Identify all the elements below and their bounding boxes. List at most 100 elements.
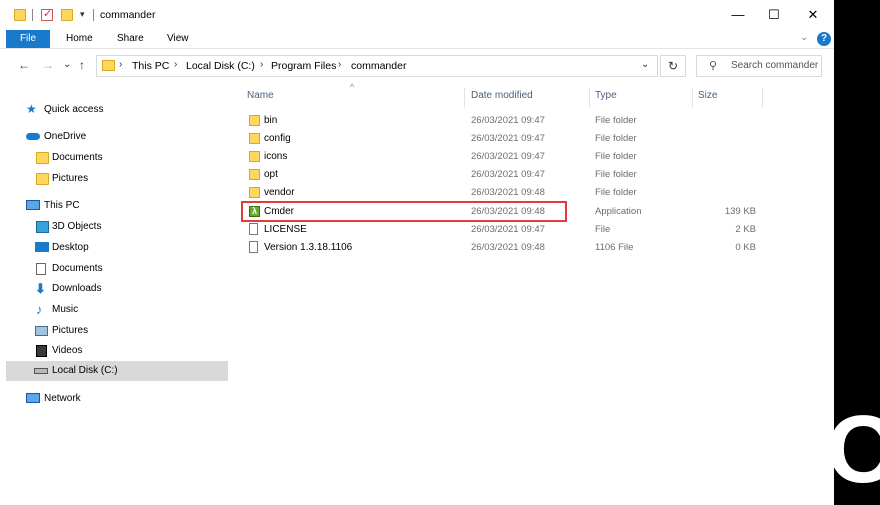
ribbon-tabs: File Home Share View ⌄ ? xyxy=(0,30,834,49)
breadcrumb-separator[interactable]: › xyxy=(338,59,341,70)
nav-label: Pictures xyxy=(52,325,89,336)
tab-home[interactable]: Home xyxy=(66,30,93,48)
file-type: File folder xyxy=(595,151,637,162)
search-input[interactable]: ⚲ Search commander xyxy=(696,55,822,77)
nav-item-pictures[interactable]: Pictures xyxy=(6,321,228,341)
new-folder-icon[interactable] xyxy=(61,9,73,21)
breadcrumb-separator[interactable]: › xyxy=(119,59,122,70)
background-glyph: O xyxy=(826,396,880,503)
nav-label: Desktop xyxy=(52,242,89,253)
breadcrumb-local-disk[interactable]: Local Disk (C:) xyxy=(186,60,255,72)
nav-item-this-pc[interactable]: This PC xyxy=(6,196,228,216)
column-header-size[interactable]: Size xyxy=(698,90,717,101)
address-dropdown-icon[interactable]: ⌄ xyxy=(641,59,649,70)
file-type: File folder xyxy=(595,133,637,144)
nav-item-videos[interactable]: Videos xyxy=(6,341,228,361)
file-row-bin[interactable]: bin 26/03/2021 09:47 File folder xyxy=(246,112,766,130)
file-name: LICENSE xyxy=(264,224,307,235)
customize-toolbar-icon[interactable]: ▾ xyxy=(80,9,85,20)
file-row-version[interactable]: Version 1.3.18.1106 26/03/2021 09:48 110… xyxy=(246,239,766,257)
nav-label: 3D Objects xyxy=(52,221,102,232)
nav-label: OneDrive xyxy=(44,131,87,142)
file-date: 26/03/2021 09:48 xyxy=(471,242,545,253)
address-row: ← → ⌄ ↑ › This PC › Local Disk (C:) › Pr… xyxy=(0,54,834,80)
highlight-box xyxy=(241,201,567,222)
nav-item-downloads[interactable]: ⬇ Downloads xyxy=(6,279,228,299)
column-divider[interactable] xyxy=(762,88,763,108)
drive-icon xyxy=(34,368,48,374)
nav-item-onedrive[interactable]: OneDrive xyxy=(6,127,228,147)
breadcrumb-program-files[interactable]: Program Files xyxy=(271,60,336,72)
file-date: 26/03/2021 09:47 xyxy=(471,151,545,162)
address-bar[interactable]: › This PC › Local Disk (C:) › Program Fi… xyxy=(96,55,658,77)
column-divider[interactable] xyxy=(692,88,693,108)
nav-item-local-disk[interactable]: Local Disk (C:) xyxy=(6,361,228,381)
breadcrumb-commander[interactable]: commander xyxy=(351,60,406,72)
tab-file[interactable]: File xyxy=(6,30,50,48)
document-icon xyxy=(249,241,258,253)
screen: O ▾ commander — ☐ ✕ File Home Share View… xyxy=(0,0,880,505)
nav-label: This PC xyxy=(44,200,80,211)
videos-icon xyxy=(36,345,47,357)
column-divider[interactable] xyxy=(464,88,465,108)
breadcrumb-separator[interactable]: › xyxy=(260,59,263,70)
search-placeholder: Search commander xyxy=(731,60,819,71)
column-header-type[interactable]: Type xyxy=(595,90,617,101)
breadcrumb-this-pc[interactable]: This PC xyxy=(132,60,169,72)
file-date: 26/03/2021 09:47 xyxy=(471,169,545,180)
file-type: Application xyxy=(595,206,642,217)
recent-locations-button[interactable]: ⌄ xyxy=(63,59,71,70)
document-icon xyxy=(249,223,258,235)
nav-item-documents[interactable]: Documents xyxy=(6,259,228,279)
desktop-icon xyxy=(35,242,49,252)
file-explorer-window: ▾ commander — ☐ ✕ File Home Share View ⌄… xyxy=(0,0,834,505)
nav-item-network[interactable]: Network xyxy=(6,389,228,409)
help-icon[interactable]: ? xyxy=(817,32,831,46)
folder-icon xyxy=(249,187,260,198)
file-date: 26/03/2021 09:48 xyxy=(471,187,545,198)
back-button[interactable]: ← xyxy=(18,58,30,72)
file-name: Version 1.3.18.1106 xyxy=(264,242,353,253)
app-folder-icon xyxy=(14,9,26,21)
nav-item-onedrive-documents[interactable]: Documents xyxy=(6,148,228,168)
nav-item-desktop[interactable]: Desktop xyxy=(6,238,228,258)
download-icon: ⬇ xyxy=(35,281,46,296)
tab-view[interactable]: View xyxy=(167,30,189,48)
close-button[interactable]: ✕ xyxy=(797,3,829,27)
file-row-vendor[interactable]: vendor 26/03/2021 09:48 File folder xyxy=(246,184,766,202)
file-row-icons[interactable]: icons 26/03/2021 09:47 File folder xyxy=(246,148,766,166)
file-name: icons xyxy=(264,151,288,162)
nav-item-quick-access[interactable]: ★ Quick access xyxy=(6,100,228,120)
column-header-date-modified[interactable]: Date modified xyxy=(471,90,533,101)
folder-icon xyxy=(249,151,260,162)
minimize-button[interactable]: — xyxy=(722,3,754,27)
up-button[interactable]: ↑ xyxy=(79,58,85,72)
file-row-opt[interactable]: opt 26/03/2021 09:47 File folder xyxy=(246,166,766,184)
column-divider[interactable] xyxy=(589,88,590,108)
expand-ribbon-icon[interactable]: ⌄ xyxy=(800,32,808,43)
column-header-name[interactable]: Name xyxy=(247,90,274,101)
breadcrumb-separator[interactable]: › xyxy=(174,59,177,70)
maximize-button[interactable]: ☐ xyxy=(758,3,790,27)
folder-icon xyxy=(36,173,49,185)
nav-item-music[interactable]: ♪ Music xyxy=(6,300,228,320)
nav-label: Quick access xyxy=(44,104,104,115)
cube-icon xyxy=(36,221,49,233)
nav-label: Documents xyxy=(52,152,103,163)
file-size: 0 KB xyxy=(735,242,756,253)
refresh-button[interactable]: ↻ xyxy=(660,55,686,77)
folder-icon xyxy=(36,152,49,164)
search-icon: ⚲ xyxy=(709,60,718,72)
file-date: 26/03/2021 09:47 xyxy=(471,133,545,144)
file-row-license[interactable]: LICENSE 26/03/2021 09:47 File 2 KB xyxy=(246,221,766,239)
file-row-config[interactable]: config 26/03/2021 09:47 File folder xyxy=(246,130,766,148)
tab-share[interactable]: Share xyxy=(117,30,144,48)
nav-item-onedrive-pictures[interactable]: Pictures xyxy=(6,169,228,189)
nav-item-3d-objects[interactable]: 3D Objects xyxy=(6,217,228,237)
file-type: File folder xyxy=(595,115,637,126)
properties-icon[interactable] xyxy=(41,7,53,21)
nav-label: Network xyxy=(44,393,81,404)
file-type: File folder xyxy=(595,187,637,198)
folder-icon xyxy=(249,133,260,144)
forward-button[interactable]: → xyxy=(42,58,54,72)
